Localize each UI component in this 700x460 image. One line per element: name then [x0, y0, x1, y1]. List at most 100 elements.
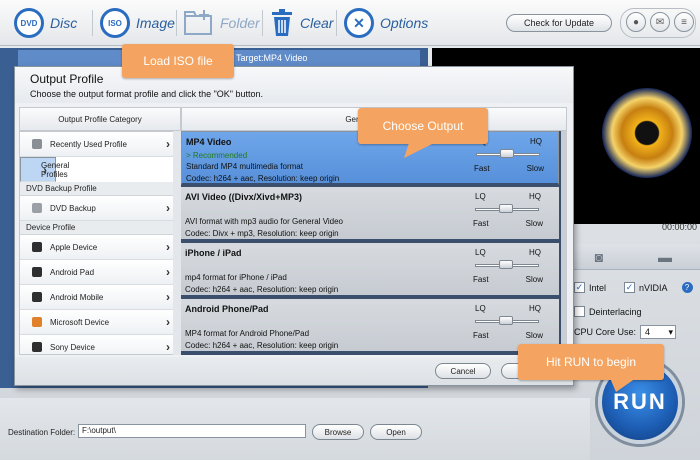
menu-icon[interactable]: ≡ [674, 12, 694, 32]
options-button[interactable]: ✕ Options [344, 6, 428, 40]
cpu-core-value: 4 [645, 327, 651, 337]
dvd-disc-icon: DVD [14, 8, 44, 38]
category-icon [32, 317, 42, 327]
category-icon [32, 242, 42, 252]
browse-button[interactable]: Browse [312, 424, 364, 440]
chevron-right-icon: › [166, 240, 170, 254]
profile-description: AVI format with mp3 audio for General Vi… [185, 217, 344, 226]
clear-label: Clear [300, 15, 334, 31]
iso-image-icon: ISO [100, 8, 130, 38]
slider-thumb[interactable] [499, 260, 513, 269]
playback-time: 00:00:00 [662, 222, 698, 232]
destination-label: Destination Folder: [8, 428, 76, 437]
toolbar-divider [176, 10, 177, 36]
right-panel-tabs: ◙ ▬ [560, 244, 700, 270]
cancel-button[interactable]: Cancel [435, 363, 491, 379]
tools-icon: ✕ [344, 8, 374, 38]
category-label: Sony Device [50, 342, 95, 352]
slider-thumb[interactable] [499, 316, 513, 325]
category-item[interactable]: Android Pad › [20, 260, 178, 285]
image-label: Image [136, 15, 175, 31]
nvidia-checkbox[interactable]: ✓ [624, 282, 636, 293]
profile-name: MP4 Video [186, 137, 232, 147]
cpu-core-label: CPU Core Use: [574, 327, 637, 337]
profile-codec: Codec: h264 + aac, Resolution: keep orig… [185, 285, 339, 294]
slow-label: Slow [526, 164, 544, 173]
trash-icon [272, 9, 292, 36]
profile-row[interactable]: iPhone / iPad mp4 format for iPhone / iPa… [181, 243, 559, 297]
profile-description: Standard MP4 multimedia format [186, 162, 303, 171]
open-button[interactable]: Open [370, 424, 422, 440]
quality-slider[interactable]: LQ HQ Fast Slow [473, 304, 543, 344]
lq-label: LQ [475, 248, 486, 257]
fast-label: Fast [473, 275, 489, 284]
profile-codec: Codec: h264 + aac, Resolution: keep orig… [186, 174, 340, 183]
slow-label: Slow [525, 219, 543, 228]
folder-icon: ▬ [658, 249, 672, 265]
hq-label: HQ [529, 192, 541, 201]
clear-button[interactable]: Clear [270, 6, 333, 40]
cpu-core-select[interactable]: 4 ▾ [640, 325, 677, 339]
slider-thumb[interactable] [500, 149, 514, 158]
load-iso-callout: Load ISO file [122, 44, 234, 78]
disc-button[interactable]: DVD Disc [14, 6, 77, 40]
category-icon [32, 342, 42, 352]
slider-thumb[interactable] [499, 204, 513, 213]
hw-accel-row: ✓ Intel ✓ nVIDIA ? [574, 282, 693, 293]
mail-icon[interactable]: ✉ [650, 12, 670, 32]
category-item[interactable]: Recently Used Profile › [20, 132, 178, 157]
snapshot-tab[interactable]: ◙ [566, 244, 632, 270]
dialog-subtitle: Choose the output format profile and cli… [30, 89, 264, 99]
folder-button[interactable]: Folder [184, 6, 260, 40]
destination-input[interactable]: F:\output\ [78, 424, 306, 438]
slow-label: Slow [525, 331, 543, 340]
profile-codec: Codec: h264 + aac, Resolution: keep orig… [185, 341, 339, 350]
nvidia-label: nVIDIA [639, 282, 668, 293]
user-icon[interactable]: ● [626, 12, 646, 32]
chevron-right-icon: › [166, 315, 170, 329]
category-label: DVD Backup [50, 203, 96, 213]
profile-row[interactable]: Android Phone/Pad MP4 format for Android … [181, 299, 559, 353]
category-label: Microsoft Device [50, 317, 110, 327]
category-section: DVD Backup Profile [20, 182, 178, 196]
profile-list: Android Phone/Pad MP4 format for Android … [181, 131, 567, 355]
fast-label: Fast [473, 331, 489, 340]
options-label: Options [380, 15, 429, 31]
profile-name: AVI Video ((Divx/Xivd+MP3) [185, 192, 302, 202]
cpu-core-row: CPU Core Use: 4 ▾ [574, 325, 677, 339]
profile-scrollbar[interactable] [561, 131, 567, 355]
toolbar-divider [92, 10, 93, 36]
deinterlacing-row: Deinterlacing [574, 306, 642, 317]
intel-checkbox[interactable]: ✓ [574, 282, 585, 293]
dialog-title: Output Profile [30, 72, 104, 86]
check-for-update-button[interactable]: Check for Update [506, 14, 612, 32]
fast-label: Fast [473, 219, 489, 228]
quality-slider[interactable]: LQ HQ Fast Slow [473, 192, 543, 232]
category-icon [32, 267, 42, 277]
camera-icon: ◙ [594, 249, 604, 265]
toolbar-divider [336, 10, 337, 36]
app-window: DVD Disc ISO Image Folder Clear ✕ Option… [0, 0, 700, 460]
image-button[interactable]: ISO Image [100, 6, 175, 40]
category-item[interactable]: General Profiles › [20, 157, 69, 182]
quality-slider[interactable]: LQ HQ Fast Slow [473, 248, 543, 288]
category-icon [32, 203, 42, 213]
help-icon[interactable]: ? [681, 282, 693, 293]
folder-tab[interactable]: ▬ [632, 244, 698, 270]
category-item[interactable]: DVD Backup › [20, 196, 178, 221]
category-icon [32, 139, 42, 149]
fast-label: Fast [474, 164, 490, 173]
profile-description: mp4 format for iPhone / iPad [185, 273, 287, 282]
deinterlacing-checkbox[interactable] [574, 306, 585, 317]
deinterlacing-label: Deinterlacing [589, 306, 642, 317]
category-item[interactable]: Apple Device › [20, 235, 178, 260]
slow-label: Slow [525, 275, 543, 284]
category-item[interactable]: Microsoft Device › [20, 310, 178, 335]
category-item[interactable]: Sony Device › [20, 335, 178, 354]
dvd-artwork-icon [602, 88, 692, 178]
callout-pointer [404, 140, 440, 158]
profile-row[interactable]: AVI Video ((Divx/Xivd+MP3) AVI format wit… [181, 187, 559, 241]
category-scrollbar[interactable] [173, 131, 181, 355]
category-item[interactable]: Android Mobile › [20, 285, 178, 310]
profile-codec: Codec: Divx + mp3, Resolution: keep orig… [185, 229, 339, 238]
